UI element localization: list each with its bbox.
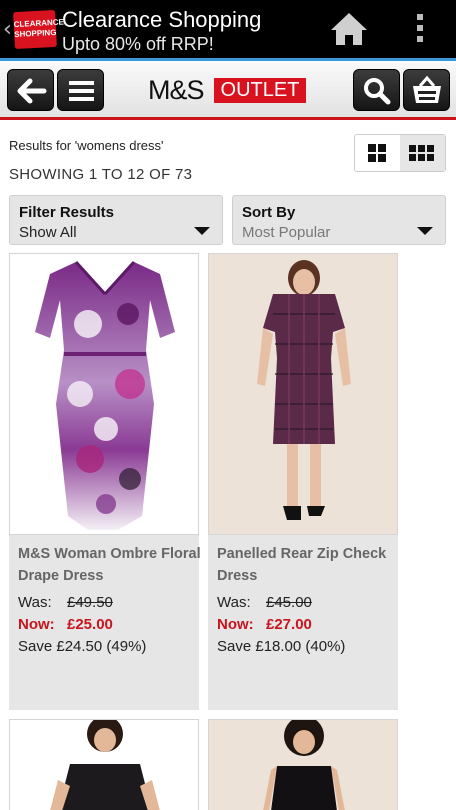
was-price-row: Was: £49.50: [18, 594, 113, 611]
filter-value: Show All: [19, 224, 77, 241]
back-arrow-icon: [17, 78, 47, 104]
results-query-label: Results for 'womens dress': [9, 138, 164, 153]
app-subtitle: Upto 80% off RRP!: [62, 34, 214, 54]
logo-ms-text: M&S: [148, 75, 205, 105]
product-image[interactable]: [9, 253, 199, 535]
up-chevron-icon[interactable]: ‹: [3, 17, 12, 42]
logo-outlet-text: OUTLET: [214, 78, 306, 103]
menu-button[interactable]: [57, 69, 104, 111]
view-toggle: [354, 134, 446, 172]
site-header: M&S OUTLET: [0, 58, 456, 120]
filter-dropdown[interactable]: Filter Results Show All: [9, 195, 223, 245]
grid-3-view-button[interactable]: [400, 135, 445, 171]
was-label: Was:: [18, 594, 52, 611]
app-action-bar: ‹ CLEARANCE SHOPPING Clearance Shopping …: [0, 0, 456, 58]
now-price: £25.00: [67, 616, 113, 633]
product-name[interactable]: M&S Woman Ombre Floral Drape Dress: [18, 543, 202, 587]
was-price: £49.50: [67, 594, 113, 611]
search-icon: [364, 78, 391, 105]
grid-3-icon: [409, 145, 434, 161]
caret-down-icon: [194, 227, 210, 235]
savings-text: Save £18.00 (40%): [217, 638, 346, 655]
product-card[interactable]: Panelled Rear Zip Check Dress Was: £45.0…: [208, 253, 398, 710]
product-card[interactable]: [208, 719, 398, 810]
savings-text: Save £24.50 (49%): [18, 638, 147, 655]
home-icon[interactable]: [328, 10, 370, 48]
hamburger-icon: [69, 81, 94, 101]
filter-label: Filter Results: [19, 204, 115, 221]
back-button[interactable]: [7, 69, 54, 111]
sort-label: Sort By: [242, 204, 296, 221]
grid-2-view-button[interactable]: [355, 135, 400, 171]
caret-down-icon: [417, 227, 433, 235]
now-label: Now:: [18, 616, 55, 633]
grid-2-icon: [368, 144, 386, 162]
product-card[interactable]: [9, 719, 199, 810]
was-price-row: Was: £45.00: [217, 594, 312, 611]
product-image[interactable]: [9, 719, 199, 810]
app-icon[interactable]: CLEARANCE SHOPPING: [13, 9, 64, 50]
sort-dropdown[interactable]: Sort By Most Popular: [232, 195, 446, 245]
results-count: SHOWING 1 TO 12 OF 73: [9, 166, 193, 183]
product-name[interactable]: Panelled Rear Zip Check Dress: [217, 543, 401, 587]
now-price: £27.00: [266, 616, 312, 633]
basket-button[interactable]: [403, 69, 450, 111]
search-button[interactable]: [353, 69, 400, 111]
sort-value: Most Popular: [242, 224, 331, 241]
now-price-row: Now: £25.00: [18, 616, 113, 633]
was-label: Was:: [217, 594, 251, 611]
product-card[interactable]: M&S Woman Ombre Floral Drape Dress Was: …: [9, 253, 202, 710]
now-price-row: Now: £27.00: [217, 616, 312, 633]
basket-icon: [413, 75, 441, 103]
now-label: Now:: [217, 616, 254, 633]
overflow-menu-icon[interactable]: [410, 14, 430, 46]
was-price: £45.00: [266, 594, 312, 611]
product-image[interactable]: [208, 719, 398, 810]
app-title: Clearance Shopping: [62, 7, 262, 32]
product-image[interactable]: [208, 253, 398, 535]
